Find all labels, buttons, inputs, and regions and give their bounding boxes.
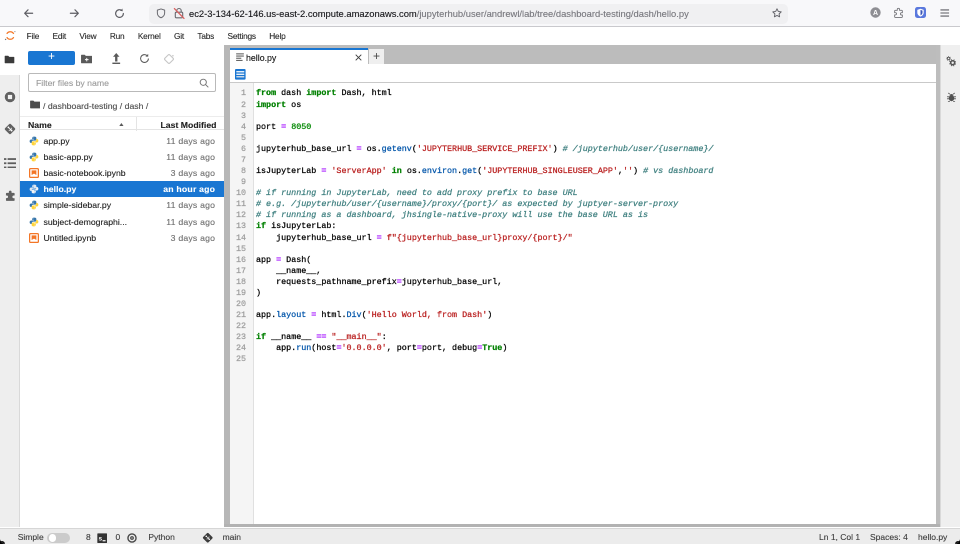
svg-text:A: A (872, 10, 877, 17)
svg-text:s: s (98, 535, 102, 542)
